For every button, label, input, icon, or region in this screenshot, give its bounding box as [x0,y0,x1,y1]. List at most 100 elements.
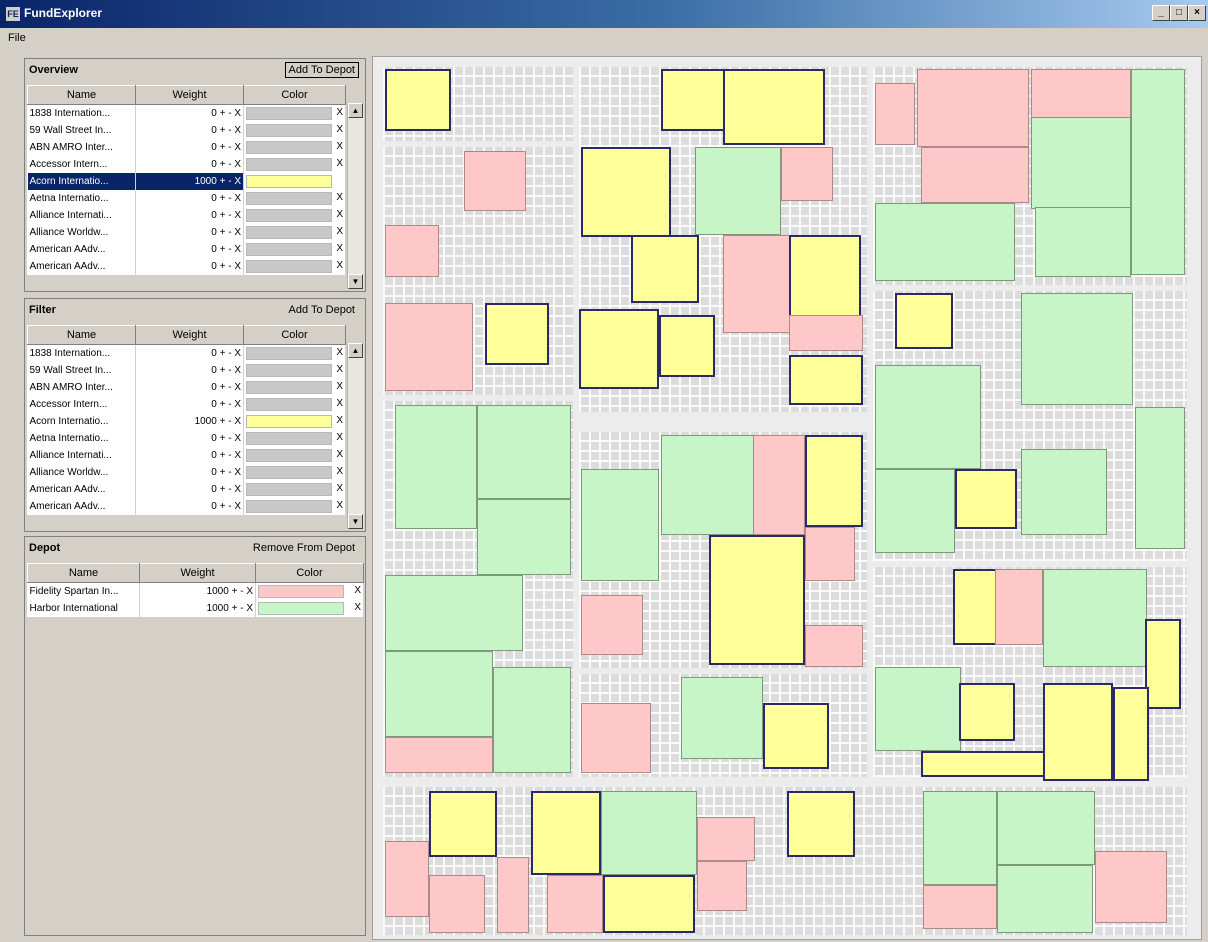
fund-tile[interactable] [781,147,833,201]
weight-value[interactable]: 0 [211,467,217,478]
fund-tile[interactable] [681,677,763,759]
fund-name-cell[interactable]: Alliance Worldw... [27,224,136,241]
fund-name-cell[interactable]: Harbor International [27,600,140,617]
weight-cell[interactable]: 1000 + - X [139,582,256,600]
color-swatch[interactable] [246,242,332,256]
fund-tile[interactable] [805,435,863,527]
remove-color-icon[interactable]: X [336,447,343,462]
weight-cell[interactable]: 0 + - X [135,139,244,156]
table-row[interactable]: Aetna Internatio... 0 + - XX [27,190,346,207]
weight-value[interactable]: 0 [211,108,217,119]
weight-cell[interactable]: 0 + - X [135,104,244,122]
fund-name-cell[interactable]: American AAdv... [27,258,136,275]
weight-controls[interactable]: + - X [220,261,241,272]
overview-scrollbar[interactable]: ▲ ▼ [347,103,364,289]
fund-tile[interactable] [697,861,747,911]
col-weight-header[interactable]: Weight [135,85,244,105]
remove-color-icon[interactable]: X [336,362,343,377]
fund-tile[interactable] [895,293,953,349]
table-row[interactable]: Accessor Intern... 0 + - XX [27,396,346,413]
weight-controls[interactable]: + - X [220,142,241,153]
weight-value[interactable]: 0 [211,433,217,444]
table-row[interactable]: Alliance Worldw... 0 + - XX [27,224,346,241]
fund-tile[interactable] [1113,687,1149,781]
fund-tile[interactable] [603,875,695,933]
remove-color-icon[interactable]: X [336,345,343,360]
weight-controls[interactable]: + - X [220,193,241,204]
color-cell[interactable]: X [243,139,346,156]
fund-name-cell[interactable]: 1838 Internation... [27,344,136,362]
fund-tile[interactable] [875,469,955,553]
fund-tile[interactable] [789,315,863,351]
fund-name-cell[interactable]: Alliance Internati... [27,207,136,224]
fund-tile[interactable] [1031,69,1131,119]
weight-controls[interactable]: + - X [220,176,241,187]
fund-tile[interactable] [997,865,1093,933]
fund-name-cell[interactable]: 59 Wall Street In... [27,362,136,379]
table-row[interactable]: American AAdv... 0 + - XX [27,241,346,258]
fund-tile[interactable] [464,151,526,211]
table-row[interactable]: Acorn Internatio... 1000 + - XX [27,173,346,190]
weight-cell[interactable]: 0 + - X [135,447,244,464]
color-cell[interactable]: X [243,258,346,275]
fund-tile[interactable] [477,405,571,499]
fund-name-cell[interactable]: Acorn Internatio... [27,173,136,190]
remove-from-depot-button[interactable]: Remove From Depot [249,540,359,556]
weight-cell[interactable]: 0 + - X [135,481,244,498]
color-swatch[interactable] [246,157,332,171]
weight-value[interactable]: 1000 [195,416,217,427]
scroll-up-icon[interactable]: ▲ [348,103,363,118]
weight-value[interactable]: 0 [211,382,217,393]
fund-tile[interactable] [805,625,863,667]
color-cell[interactable]: X [243,447,346,464]
table-row[interactable]: 59 Wall Street In... 0 + - XX [27,362,346,379]
color-cell[interactable]: X [243,241,346,258]
filter-scrollbar[interactable]: ▲ ▼ [347,343,364,529]
fund-tile[interactable] [547,875,603,933]
weight-cell[interactable]: 0 + - X [135,207,244,224]
fund-name-cell[interactable]: Acorn Internatio... [27,413,136,430]
remove-color-icon[interactable]: X [336,122,343,137]
remove-color-icon[interactable]: X [336,396,343,411]
fund-tile[interactable] [429,875,485,933]
remove-color-icon[interactable]: X [336,173,343,188]
fund-name-cell[interactable]: Aetna Internatio... [27,430,136,447]
col-color-header[interactable]: Color [243,85,346,105]
weight-controls[interactable]: + - X [220,244,241,255]
weight-controls[interactable]: + - X [220,365,241,376]
fund-tile[interactable] [1043,683,1113,781]
fund-tile[interactable] [385,303,473,391]
fund-tile[interactable] [695,147,781,235]
fund-tile[interactable] [787,791,855,857]
fund-name-cell[interactable]: Alliance Internati... [27,447,136,464]
fund-tile[interactable] [1031,117,1131,209]
weight-value[interactable]: 0 [211,159,217,170]
weight-value[interactable]: 1000 [195,176,217,187]
weight-cell[interactable]: 1000 + - X [135,173,244,190]
fund-tile[interactable] [581,703,651,773]
fund-tile[interactable] [953,569,997,645]
fund-tile[interactable] [723,235,791,333]
fund-name-cell[interactable]: Accessor Intern... [27,156,136,173]
fund-tile[interactable] [477,499,571,575]
fund-tile[interactable] [631,235,699,303]
table-row[interactable]: Alliance Internati... 0 + - X X [27,447,346,464]
fund-tile[interactable] [579,309,659,389]
fund-tile[interactable] [493,667,571,773]
color-swatch[interactable] [246,363,332,377]
weight-value[interactable]: 1000 [207,586,229,597]
fund-tile[interactable] [385,651,493,737]
color-cell[interactable]: X [243,379,346,396]
weight-cell[interactable]: 0 + - X [135,498,244,515]
weight-controls[interactable]: + - X [220,108,241,119]
color-swatch[interactable] [246,380,332,394]
treemap[interactable] [372,56,1202,940]
fund-tile[interactable] [485,303,549,365]
col-name-header[interactable]: Name [27,325,136,345]
fund-tile[interactable] [581,595,643,655]
fund-tile[interactable] [923,885,997,929]
table-row[interactable]: American AAdv... 0 + - XX [27,481,346,498]
color-swatch[interactable] [246,448,332,462]
weight-cell[interactable]: 0 + - X [135,190,244,207]
weight-value[interactable]: 0 [211,484,217,495]
